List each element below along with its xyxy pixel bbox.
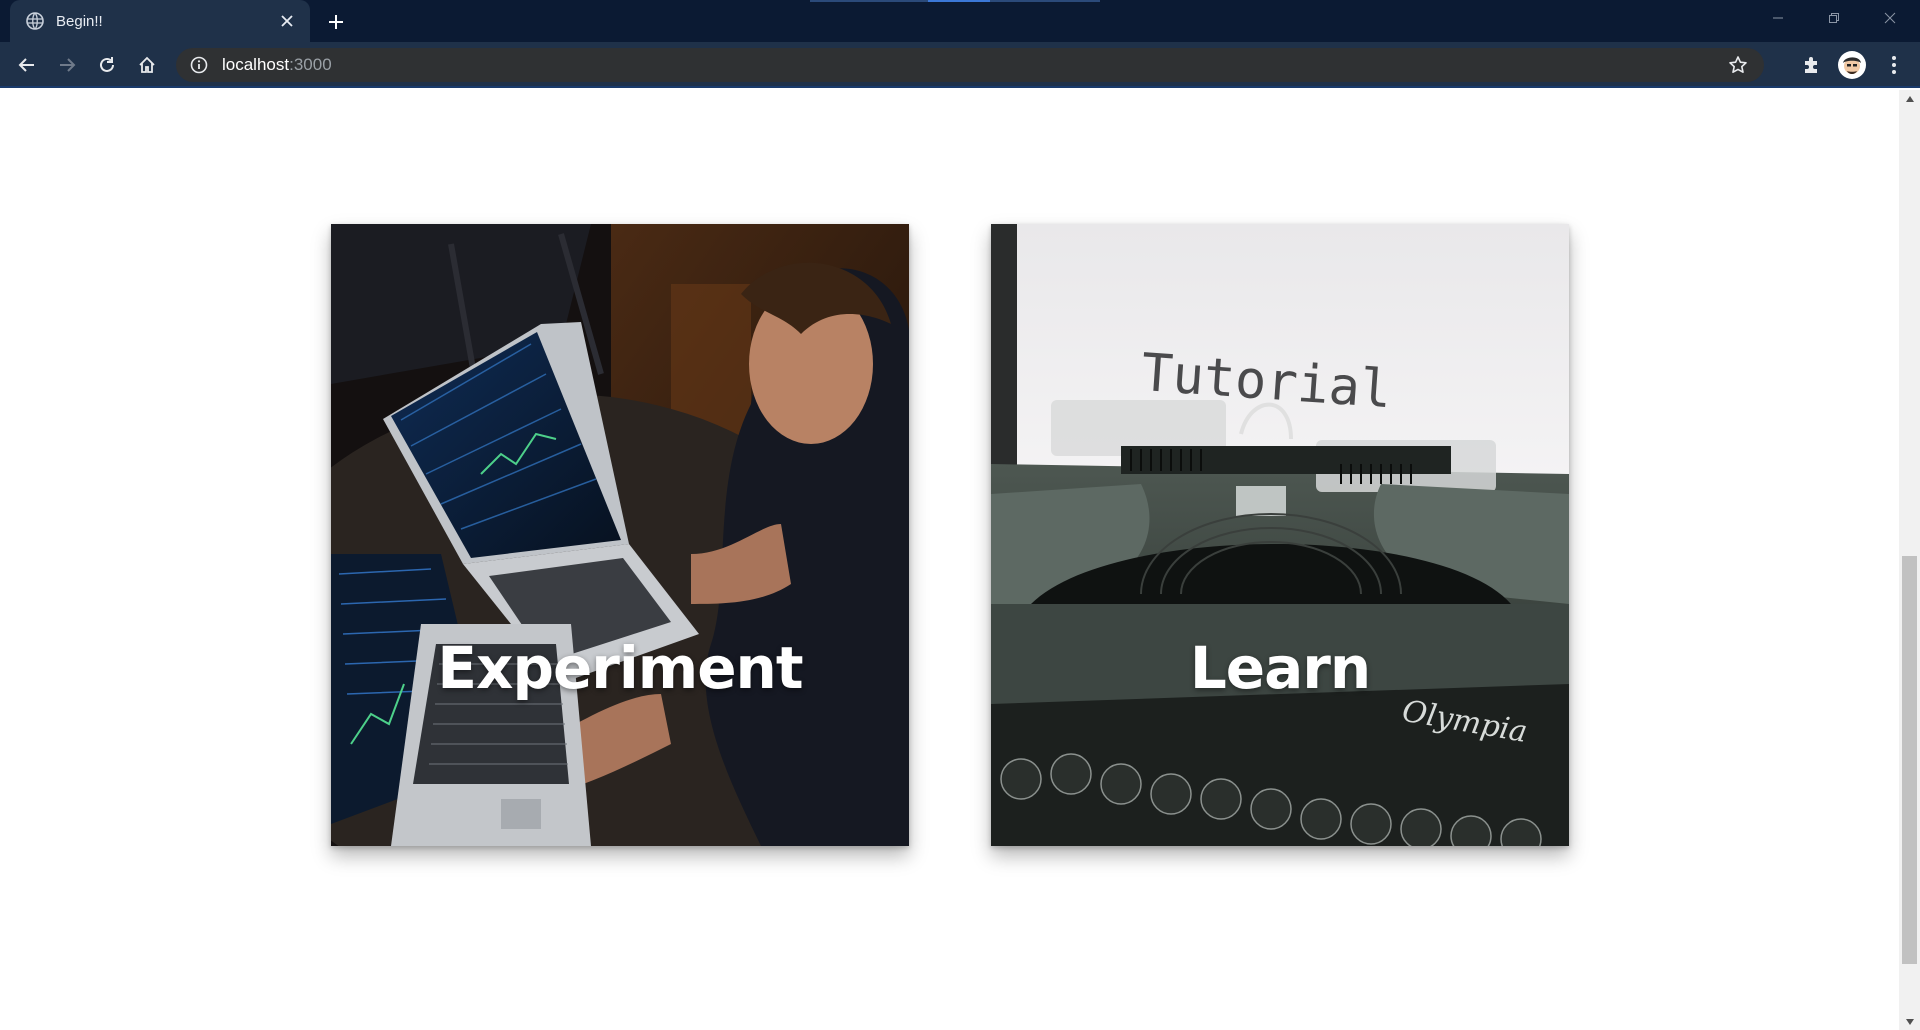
profile-avatar[interactable] xyxy=(1838,51,1866,79)
scrollbar-thumb[interactable] xyxy=(1902,556,1917,964)
home-button[interactable] xyxy=(131,49,163,81)
home-icon xyxy=(139,56,155,73)
typewriter-photo: Tutorial Olympia xyxy=(991,224,1569,846)
minimize-icon xyxy=(1773,17,1783,19)
experiment-label: Experiment xyxy=(437,634,803,702)
forward-arrow-icon xyxy=(60,58,76,72)
restore-button[interactable] xyxy=(1806,0,1862,36)
back-arrow-icon xyxy=(18,58,34,72)
avatar-icon xyxy=(1838,51,1866,79)
tab-title: Begin!! xyxy=(56,12,103,30)
back-button[interactable] xyxy=(11,49,43,81)
scroll-up-arrow-icon xyxy=(1905,95,1914,102)
experiment-card[interactable]: Experiment xyxy=(331,224,909,846)
puzzle-icon xyxy=(1805,57,1817,73)
url-host: localhost xyxy=(222,55,290,74)
kebab-menu-icon xyxy=(1892,56,1896,74)
learn-label: Learn xyxy=(1189,634,1371,702)
browser-tab[interactable]: Begin!! xyxy=(10,0,310,42)
new-tab-button[interactable] xyxy=(322,8,350,36)
url-port: :3000 xyxy=(289,55,332,74)
info-icon[interactable] xyxy=(190,56,208,74)
page-scrollbar[interactable] xyxy=(1899,90,1920,1030)
scroll-down-button[interactable] xyxy=(1899,1013,1920,1030)
reload-icon xyxy=(100,57,114,72)
learn-card[interactable]: Tutorial Olympia Learn xyxy=(991,224,1569,846)
plus-icon xyxy=(329,15,343,29)
window-close-button[interactable] xyxy=(1862,0,1918,36)
scroll-up-button[interactable] xyxy=(1899,90,1920,107)
minimize-button[interactable] xyxy=(1750,0,1806,36)
browser-menu-button[interactable] xyxy=(1878,49,1910,81)
close-icon[interactable] xyxy=(276,10,298,32)
star-icon[interactable] xyxy=(1728,55,1748,75)
laptop-work-photo xyxy=(331,224,909,846)
restore-icon xyxy=(1829,13,1839,23)
reload-button[interactable] xyxy=(91,49,123,81)
scroll-down-arrow-icon xyxy=(1905,1018,1914,1025)
window-close-icon xyxy=(1884,12,1896,24)
page-viewport: Experiment Tutorial Olympia Learn xyxy=(0,90,1899,1030)
globe-icon xyxy=(26,12,44,30)
browser-toolbar: localhost:3000 xyxy=(0,42,1920,88)
forward-button[interactable] xyxy=(51,49,83,81)
extensions-button[interactable] xyxy=(1796,49,1828,81)
address-bar[interactable]: localhost:3000 xyxy=(176,48,1764,82)
tab-strip-active-line xyxy=(928,0,990,2)
tab-strip: Begin!! xyxy=(0,0,1920,42)
